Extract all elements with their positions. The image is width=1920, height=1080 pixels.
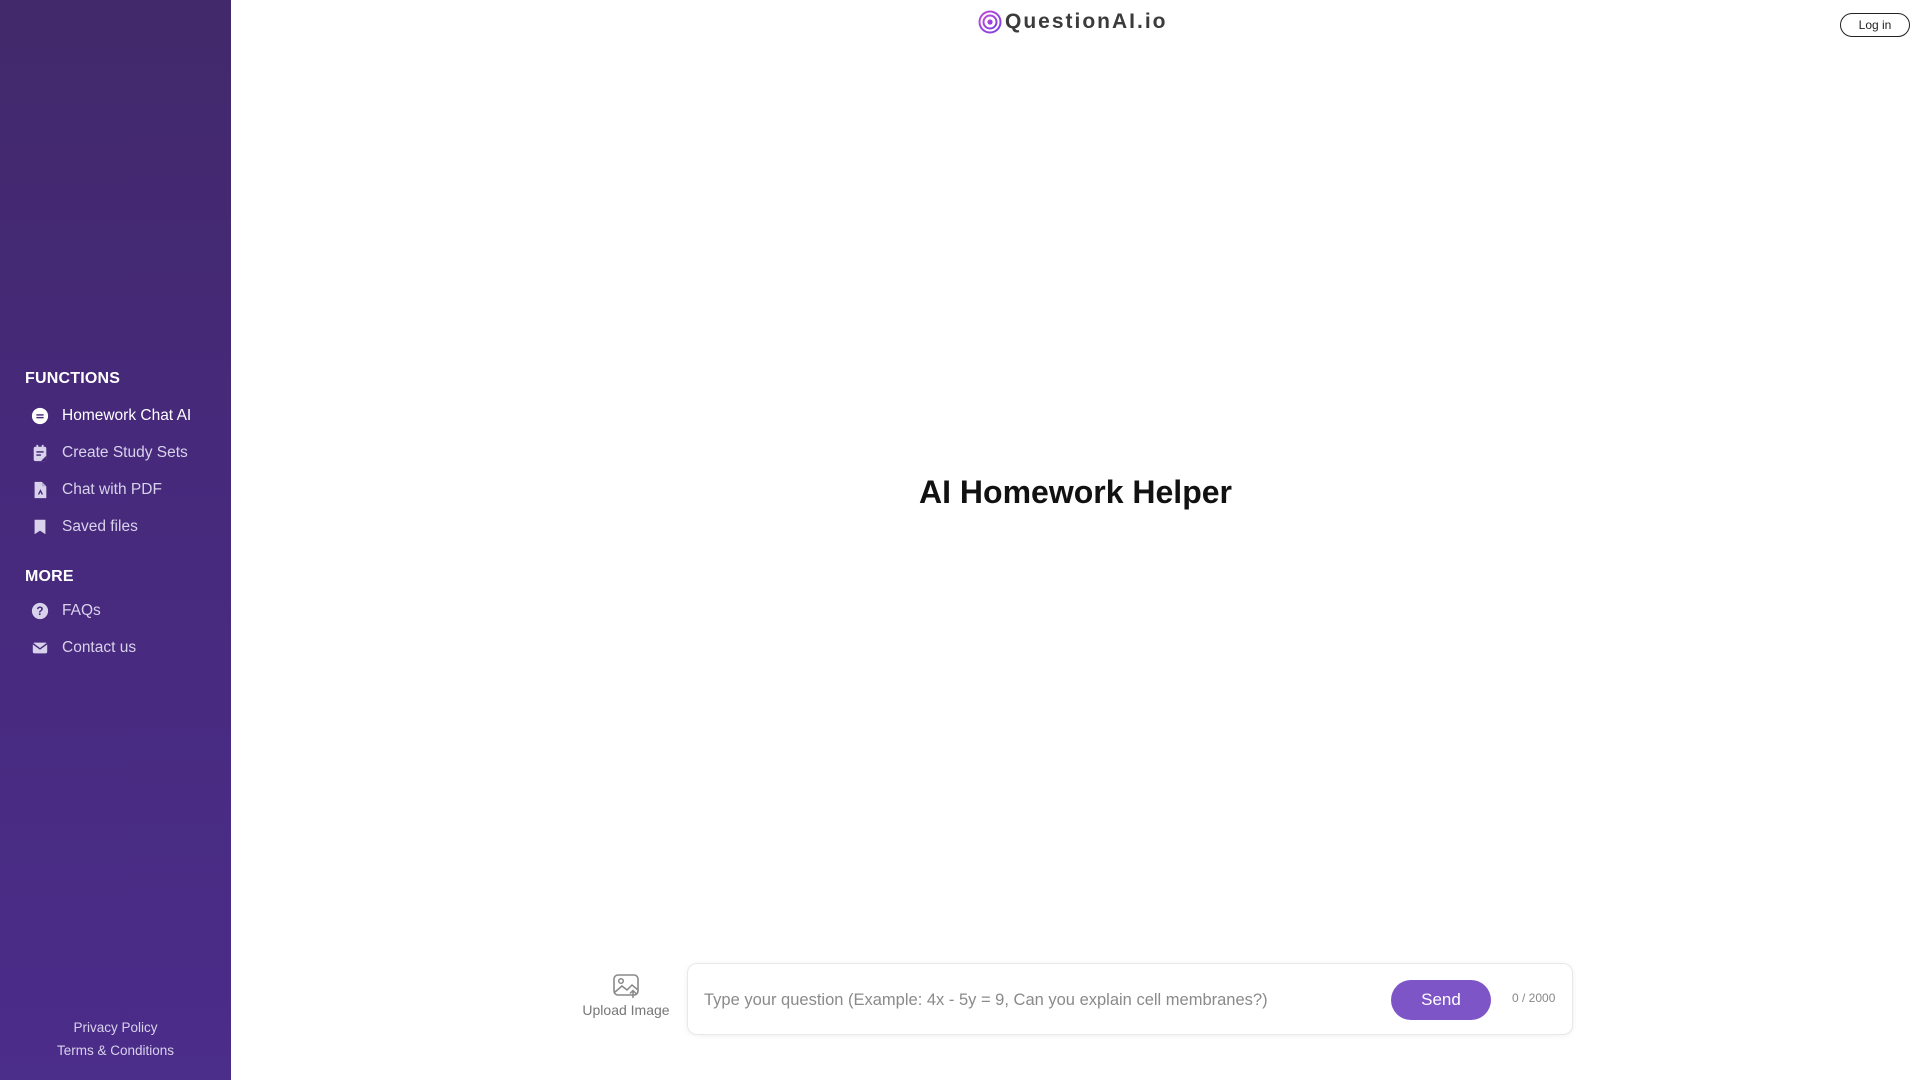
sidebar-item-label: FAQs bbox=[62, 602, 101, 619]
mail-icon bbox=[30, 638, 50, 658]
sidebar-item-label: Create Study Sets bbox=[62, 444, 188, 461]
sidebar-item-create-study-sets[interactable]: Create Study Sets bbox=[30, 438, 188, 468]
sidebar-item-label: Chat with PDF bbox=[62, 481, 162, 498]
sidebar-item-label: Saved files bbox=[62, 518, 138, 535]
more-section-title: MORE bbox=[25, 568, 74, 585]
svg-text:?: ? bbox=[36, 605, 43, 618]
sidebar-item-chat-with-pdf[interactable]: Chat with PDF bbox=[30, 475, 162, 505]
login-button[interactable]: Log in bbox=[1840, 13, 1910, 37]
logo-text: QuestionAI.io bbox=[1005, 10, 1168, 33]
sidebar-footer: Privacy Policy Terms & Conditions bbox=[0, 1016, 231, 1062]
question-input[interactable] bbox=[704, 984, 1364, 1016]
bookmark-icon bbox=[30, 517, 50, 537]
sidebar: FUNCTIONS Homework Chat AI Create Study … bbox=[0, 0, 231, 1080]
sidebar-item-homework-chat-ai[interactable]: Homework Chat AI bbox=[30, 401, 191, 431]
terms-conditions-link[interactable]: Terms & Conditions bbox=[0, 1039, 231, 1062]
upload-image-icon bbox=[613, 974, 639, 998]
upload-image-label: Upload Image bbox=[582, 1002, 670, 1018]
question-icon: ? bbox=[30, 601, 50, 621]
functions-section-title: FUNCTIONS bbox=[25, 370, 121, 387]
char-counter: 0 / 2000 bbox=[1512, 991, 1556, 1005]
sidebar-item-contact-us[interactable]: Contact us bbox=[30, 633, 136, 663]
privacy-policy-link[interactable]: Privacy Policy bbox=[0, 1016, 231, 1039]
chat-icon bbox=[30, 406, 50, 426]
logo[interactable]: QuestionAI.io bbox=[978, 10, 1168, 34]
send-button[interactable]: Send bbox=[1391, 980, 1491, 1020]
pdf-icon bbox=[30, 480, 50, 500]
sidebar-item-label: Homework Chat AI bbox=[62, 407, 192, 424]
page-title: AI Homework Helper bbox=[919, 474, 1232, 510]
sidebar-item-saved-files[interactable]: Saved files bbox=[30, 512, 138, 542]
logo-icon bbox=[978, 10, 1002, 34]
upload-image-button[interactable]: Upload Image bbox=[580, 973, 672, 1018]
sidebar-item-faqs[interactable]: ? FAQs bbox=[30, 596, 101, 626]
study-set-icon bbox=[30, 443, 50, 463]
sidebar-item-label: Contact us bbox=[62, 639, 137, 656]
question-input-box: Send 0 / 2000 bbox=[687, 963, 1573, 1035]
